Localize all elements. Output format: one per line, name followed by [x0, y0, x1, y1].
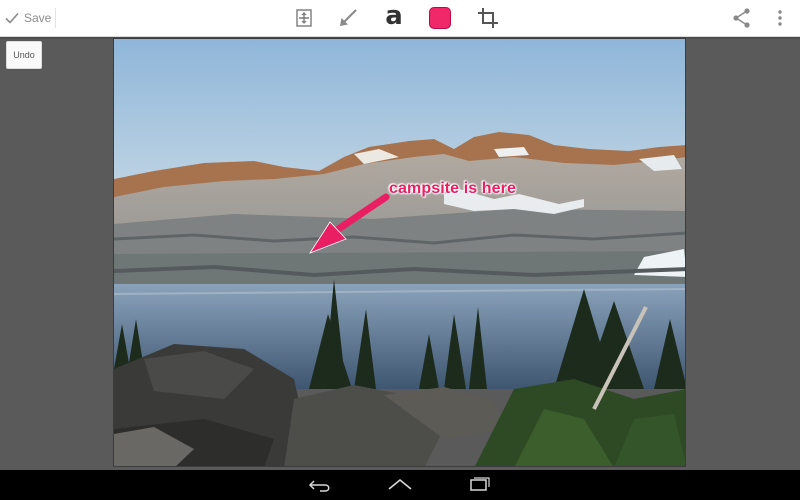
recent-apps-icon[interactable]	[464, 475, 494, 495]
color-swatch[interactable]	[429, 7, 451, 29]
undo-button[interactable]: Undo	[6, 41, 42, 69]
crop-icon[interactable]	[476, 6, 500, 30]
share-icon[interactable]	[730, 6, 754, 30]
overflow-menu-icon[interactable]	[768, 6, 792, 30]
top-toolbar: Save a	[0, 0, 800, 37]
photo-canvas[interactable]	[113, 38, 686, 467]
back-icon[interactable]	[305, 475, 335, 495]
arrow-tool-icon[interactable]	[336, 6, 360, 30]
crop-frame-icon[interactable]	[292, 6, 316, 30]
save-label: Save	[24, 11, 52, 25]
home-icon[interactable]	[385, 475, 415, 495]
navigation-bar	[0, 470, 800, 500]
toolbar-divider	[55, 8, 56, 28]
checkmark-icon	[4, 10, 20, 26]
annotation-label[interactable]: campsite is here	[389, 180, 516, 198]
save-button[interactable]: Save	[4, 6, 51, 30]
text-tool-icon[interactable]: a	[383, 2, 405, 32]
foreground-pine	[475, 379, 685, 466]
